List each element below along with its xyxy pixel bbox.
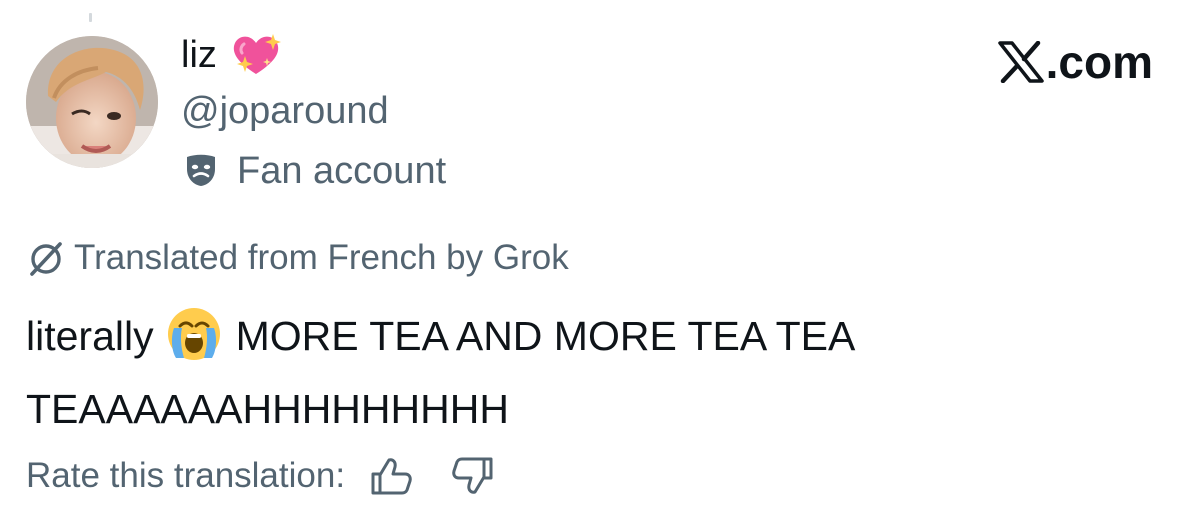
x-brand-logo: .com [997,36,1153,88]
avatar[interactable] [26,36,158,168]
post-card: liz @joparound Fan account .com Translat… [0,0,1200,518]
account-label-row: Fan account [181,148,446,194]
rate-translation-label: Rate this translation: [26,456,346,495]
translation-notice-text: Translated from French by Grok [74,238,569,277]
thumbs-up-icon[interactable] [369,454,413,498]
tweet-text-part-1: literally [26,313,154,359]
brand-domain-text: .com [1045,36,1153,88]
thumbs-down-icon[interactable] [451,454,495,498]
theater-masks-icon [181,151,221,191]
account-label-text: Fan account [237,150,447,192]
tweet-body: literally MORE TEA AND MORE TEA TEA TEAA… [26,300,1166,446]
divider-tick [89,13,92,22]
sparkling-heart-icon [229,32,283,78]
loudly-crying-face-icon [166,306,222,362]
translation-notice: Translated from French by Grok [26,236,569,280]
tweet-text-line-2: TEAAAAAAHHHHHHHHH [26,386,509,432]
avatar-image [26,36,158,168]
rate-translation-row: Rate this translation: [26,454,495,498]
tweet-text-part-2: MORE TEA AND MORE TEA TEA [235,313,856,359]
grok-icon [26,238,66,278]
author-handle[interactable]: @joparound [181,88,389,134]
author-name-row[interactable]: liz [181,32,283,78]
x-logo-icon [997,41,1044,83]
author-display-name[interactable]: liz [181,32,217,78]
